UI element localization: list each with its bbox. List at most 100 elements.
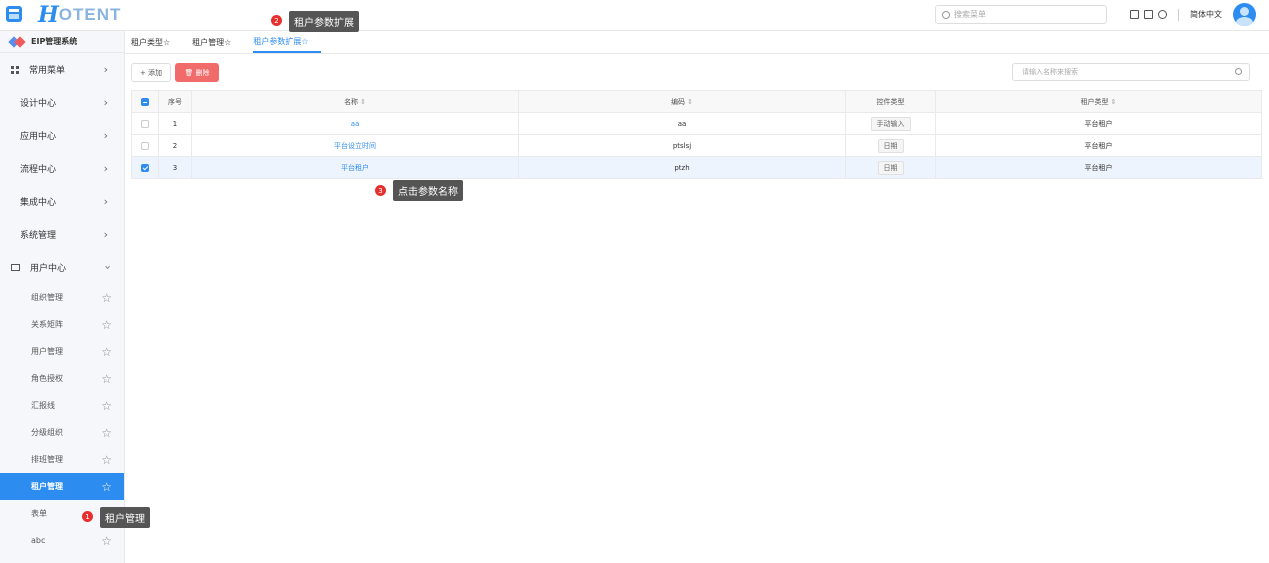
star-icon[interactable]: ☆ bbox=[101, 534, 112, 548]
header-tools bbox=[1130, 10, 1167, 19]
row-index: 1 bbox=[158, 112, 192, 135]
chevron-right-icon: › bbox=[103, 63, 108, 76]
sidebar-item-label: 流程中心 bbox=[20, 165, 57, 175]
sort-icon[interactable]: ⇕ bbox=[360, 98, 366, 106]
star-icon[interactable]: ☆ bbox=[101, 291, 112, 305]
row-checkbox[interactable] bbox=[141, 141, 149, 150]
col-name[interactable]: 名称 ⇕ bbox=[191, 90, 519, 113]
chevron-right-icon: › bbox=[103, 228, 108, 241]
table-row[interactable]: 2 平台设立时间 ptslsj 日期 平台租户 bbox=[131, 134, 1262, 157]
control-type-tag: 日期 bbox=[877, 138, 904, 153]
sort-icon[interactable]: ⇕ bbox=[1111, 98, 1117, 106]
col-code-label: 编码 bbox=[671, 97, 686, 106]
select-all-checkbox[interactable] bbox=[141, 97, 149, 106]
menu-search-input[interactable] bbox=[954, 10, 1094, 19]
star-icon[interactable]: ☆ bbox=[101, 372, 112, 386]
user-avatar[interactable] bbox=[1233, 3, 1256, 26]
sidebar-item-design[interactable]: 设计中心 › bbox=[0, 86, 124, 119]
sidebar-subitem-org[interactable]: 组织管理 ☆ bbox=[0, 284, 124, 311]
sidebar-item-label: 设计中心 bbox=[20, 99, 57, 109]
sidebar-item-workflow[interactable]: 流程中心 › bbox=[0, 152, 124, 185]
row-index: 3 bbox=[158, 156, 192, 179]
menu-search bbox=[935, 5, 1107, 24]
annotation-badge: 1 bbox=[82, 511, 93, 522]
sidebar-subitem-shifts[interactable]: 排班管理 ☆ bbox=[0, 446, 124, 473]
system-title-text: EIP管理系统 bbox=[31, 37, 78, 46]
language-switch[interactable]: 简体中文 bbox=[1190, 9, 1222, 20]
sidebar-subitem-label: 租户管理 bbox=[31, 482, 63, 491]
search-icon[interactable] bbox=[1235, 68, 1242, 75]
sidebar-item-label: 应用中心 bbox=[20, 132, 57, 142]
control-type-tag: 手动输入 bbox=[870, 116, 911, 131]
col-name-label: 名称 bbox=[344, 97, 359, 106]
monitor-icon[interactable] bbox=[1130, 10, 1139, 19]
row-select-cell bbox=[131, 134, 159, 157]
fullscreen-icon[interactable] bbox=[1144, 10, 1153, 19]
sidebar-subitem-report-line[interactable]: 汇报线 ☆ bbox=[0, 392, 124, 419]
sidebar-item-label: 用户中心 bbox=[30, 264, 67, 274]
annotation-tooltip: 租户参数扩展 bbox=[289, 11, 359, 32]
sidebar-subitem-roles[interactable]: 角色授权 ☆ bbox=[0, 365, 124, 392]
sidebar-item-user-center[interactable]: 用户中心 › bbox=[0, 251, 124, 284]
row-tenant-type: 平台租户 bbox=[935, 112, 1262, 135]
sidebar-item-label: 系统管理 bbox=[20, 231, 57, 241]
star-icon[interactable]: ☆ bbox=[101, 399, 112, 413]
refresh-icon[interactable] bbox=[1158, 10, 1167, 19]
row-select-cell bbox=[131, 112, 159, 135]
sidebar-subitem-label: 组织管理 bbox=[31, 293, 63, 302]
control-type-tag: 日期 bbox=[877, 160, 904, 175]
star-icon[interactable]: ☆ bbox=[101, 318, 112, 332]
row-tenant-type: 平台租户 bbox=[935, 156, 1262, 179]
col-tenant-type[interactable]: 租户类型 ⇕ bbox=[935, 90, 1262, 113]
sidebar-subitem-label: abc bbox=[31, 536, 46, 545]
sort-icon[interactable]: ⇕ bbox=[687, 98, 693, 106]
tab-tenant-params[interactable]: 租户参数扩展☆ bbox=[253, 31, 321, 53]
sidebar-subitem-tenant[interactable]: 租户管理 ☆ bbox=[0, 473, 124, 500]
tab-tenant-manage[interactable]: 租户管理☆ bbox=[192, 31, 243, 53]
grid-icon bbox=[11, 65, 19, 74]
sidebar-subitem-users[interactable]: 用户管理 ☆ bbox=[0, 338, 124, 365]
row-tenant-type: 平台租户 bbox=[935, 134, 1262, 157]
top-header: H OTENT 简体中文 bbox=[0, 0, 1269, 31]
add-button[interactable]: + 添加 bbox=[131, 63, 171, 82]
sidebar-subitem-abc[interactable]: abc ☆ bbox=[0, 527, 124, 554]
logo-text: OTENT bbox=[58, 5, 122, 24]
select-all-cell bbox=[131, 90, 159, 113]
sidebar-subitem-label: 分级组织 bbox=[31, 428, 63, 437]
sidebar-item-apps[interactable]: 应用中心 › bbox=[0, 119, 124, 152]
sidebar-item-favorites[interactable]: 常用菜单 › bbox=[0, 53, 124, 86]
star-icon[interactable]: ☆ bbox=[101, 453, 112, 467]
row-select-cell bbox=[131, 156, 159, 179]
tab-tenant-type[interactable]: 租户类型☆ bbox=[131, 31, 182, 53]
star-icon[interactable]: ☆ bbox=[101, 345, 112, 359]
param-name-link[interactable]: aa bbox=[351, 120, 360, 128]
col-code[interactable]: 编码 ⇕ bbox=[518, 90, 846, 113]
sidebar-subitem-label: 角色授权 bbox=[31, 374, 63, 383]
monitor-icon bbox=[11, 264, 20, 271]
sidebar-subitem-label: 表单 bbox=[31, 509, 47, 518]
row-index: 2 bbox=[158, 134, 192, 157]
table-row[interactable]: 3 平台租户 ptzh 日期 平台租户 bbox=[131, 156, 1262, 179]
row-checkbox[interactable] bbox=[141, 119, 149, 128]
row-name-cell: 平台租户 bbox=[191, 156, 519, 179]
annotation-tooltip: 点击参数名称 bbox=[393, 180, 463, 201]
app-menu-icon[interactable] bbox=[6, 6, 22, 22]
row-code: ptslsj bbox=[518, 134, 846, 157]
chevron-right-icon: › bbox=[103, 162, 108, 175]
star-icon[interactable]: ☆ bbox=[101, 480, 112, 494]
delete-button[interactable]: 🗑 删除 bbox=[175, 63, 219, 82]
table-row[interactable]: 1 aa aa 手动输入 平台租户 bbox=[131, 112, 1262, 135]
sidebar-subitem-matrix[interactable]: 关系矩阵 ☆ bbox=[0, 311, 124, 338]
param-name-link[interactable]: 平台租户 bbox=[341, 164, 369, 172]
row-name-cell: aa bbox=[191, 112, 519, 135]
star-icon[interactable]: ☆ bbox=[101, 426, 112, 440]
chevron-right-icon: › bbox=[103, 96, 108, 109]
param-name-link[interactable]: 平台设立时间 bbox=[334, 142, 376, 150]
row-checkbox[interactable] bbox=[141, 163, 149, 172]
table-search-input[interactable] bbox=[1022, 68, 1222, 76]
system-title: EIP管理系统 bbox=[0, 31, 124, 53]
sidebar-item-system[interactable]: 系统管理 › bbox=[0, 218, 124, 251]
sidebar-item-integration[interactable]: 集成中心 › bbox=[0, 185, 124, 218]
sidebar-subitem-grade-org[interactable]: 分级组织 ☆ bbox=[0, 419, 124, 446]
sidebar-subitem-label: 汇报线 bbox=[31, 401, 55, 410]
